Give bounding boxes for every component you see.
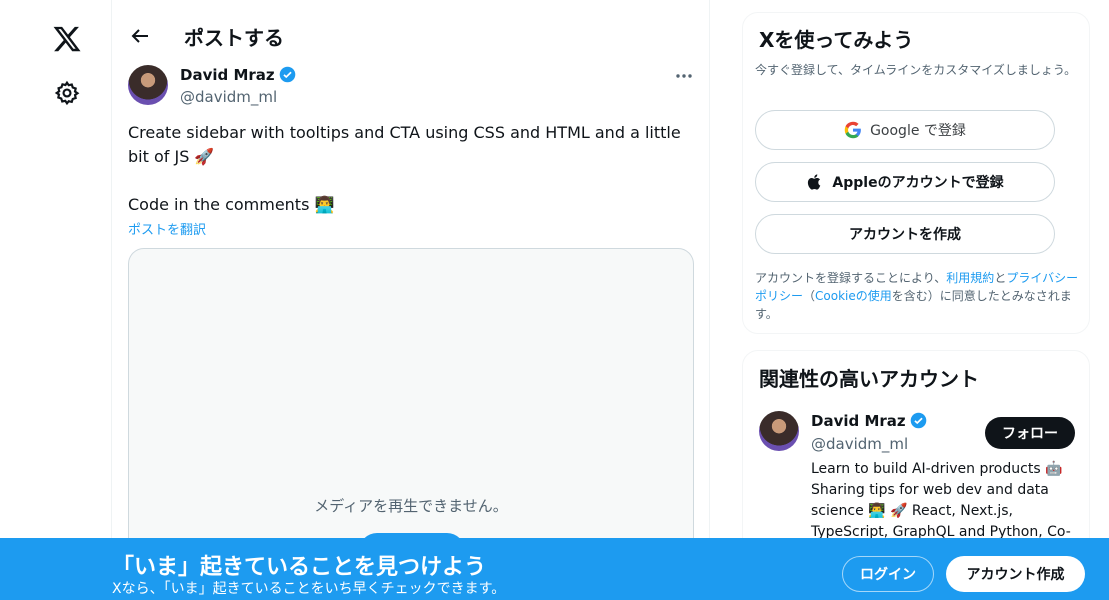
author-name[interactable]: David Mraz	[180, 66, 296, 84]
relevant-account-name[interactable]: David Mraz	[811, 412, 927, 430]
main-column: ポストする David Mraz @davidm_ml Create sideb…	[112, 0, 710, 600]
verified-badge-icon	[279, 66, 295, 83]
apple-icon	[808, 174, 821, 190]
back-arrow-icon[interactable]	[128, 24, 152, 48]
media-error-message: メディアを再生できません。	[314, 497, 508, 515]
translate-link[interactable]: ポストを翻訳	[128, 219, 206, 238]
terms-prefix: アカウントを登録することにより、	[755, 271, 947, 285]
create-account-label: アカウントを作成	[849, 227, 961, 243]
x-logo-icon[interactable]	[52, 24, 82, 54]
page-title: ポストする	[184, 26, 284, 50]
gear-icon[interactable]	[54, 80, 80, 106]
post-text-line: Code in the comments 👨‍💻	[128, 195, 335, 214]
author-name-text[interactable]: David Mraz	[180, 66, 275, 84]
avatar[interactable]	[759, 411, 799, 451]
more-options-icon[interactable]	[674, 66, 694, 86]
author-handle[interactable]: @davidm_ml	[180, 88, 277, 106]
follow-button[interactable]: フォロー	[985, 417, 1075, 449]
create-account-banner-button[interactable]: アカウント作成	[946, 556, 1085, 592]
signup-subtitle: 今すぐ登録して、タイムラインをカスタマイズしましょう。	[755, 63, 1077, 77]
avatar[interactable]	[128, 65, 168, 105]
terms-and: と	[994, 271, 1007, 285]
google-signup-label: Google で登録	[870, 123, 966, 139]
terms-link[interactable]: 利用規約	[946, 271, 994, 285]
google-icon	[844, 121, 861, 139]
terms-open: （	[803, 289, 816, 303]
relevant-account-name-text[interactable]: David Mraz	[811, 412, 906, 430]
left-nav	[0, 0, 112, 600]
banner-subtitle: Xなら、「いま」起きていることをいち早くチェックできます。	[112, 581, 506, 597]
create-account-button[interactable]: アカウントを作成	[755, 214, 1055, 254]
relevant-account-bio: Learn to build AI-driven products 🤖 Shar…	[811, 461, 1071, 540]
login-button[interactable]: ログイン	[842, 556, 934, 592]
signup-card: Xを使ってみよう 今すぐ登録して、タイムラインをカスタマイズしましょう。 Goo…	[742, 12, 1090, 334]
google-signup-button[interactable]: Google で登録	[755, 110, 1055, 150]
apple-signup-button[interactable]: Appleのアカウントで登録	[755, 162, 1055, 202]
post-text: Create sidebar with tooltips and CTA usi…	[128, 121, 688, 217]
relevant-title: 関連性の高いアカウント	[759, 367, 979, 391]
bottom-banner: 「いま」起きていることを見つけよう Xなら、「いま」起きていることをいち早くチェ…	[0, 538, 1109, 600]
relevant-account-handle[interactable]: @davidm_ml	[811, 435, 908, 453]
signup-title: Xを使ってみよう	[759, 28, 914, 52]
post-text-line: Create sidebar with tooltips and CTA usi…	[128, 123, 681, 166]
terms-text: アカウントを登録することにより、利用規約とプライバシーポリシー（Cookieの使…	[755, 269, 1085, 323]
verified-badge-icon	[910, 412, 926, 429]
cookie-link[interactable]: Cookieの使用	[815, 289, 892, 303]
apple-signup-label: Appleのアカウントで登録	[832, 175, 1004, 191]
banner-title: 「いま」起きていることを見つけよう	[112, 555, 487, 580]
